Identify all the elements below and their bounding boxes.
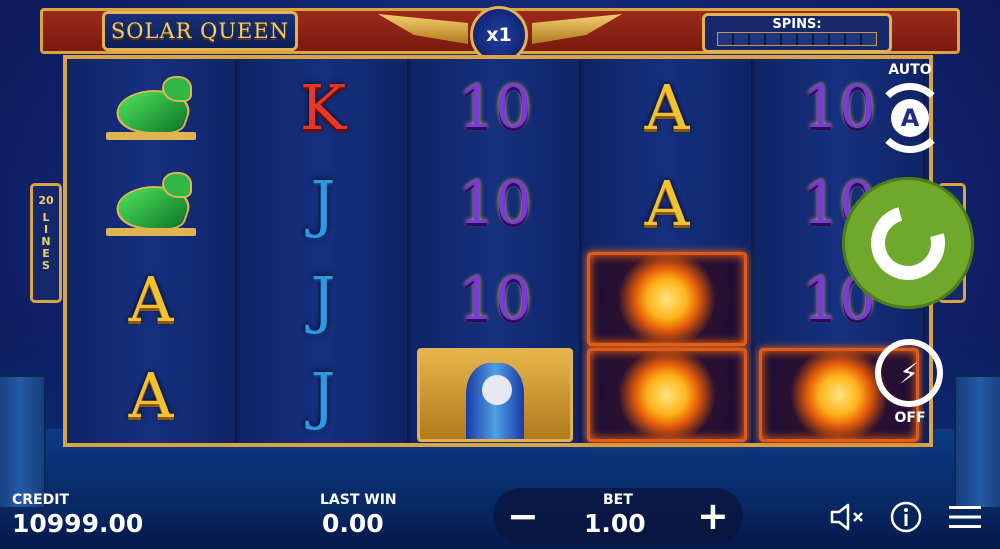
speaker-muted-icon[interactable] bbox=[830, 502, 866, 536]
falcon-symbol bbox=[67, 59, 235, 155]
autoplay-icon: A bbox=[891, 99, 929, 137]
turbo-button[interactable]: ⚡ bbox=[875, 339, 943, 407]
left-pillar bbox=[0, 375, 46, 509]
spins-progress-bar bbox=[717, 32, 877, 46]
spin-icon bbox=[857, 192, 959, 294]
symbol-j: J bbox=[310, 166, 336, 240]
symbol-a: A bbox=[128, 358, 174, 432]
lightning-icon: ⚡ bbox=[899, 356, 919, 390]
reel-4: AA bbox=[583, 59, 753, 443]
reel-1: AA bbox=[67, 59, 237, 443]
symbol-10: 10 bbox=[458, 169, 532, 237]
last-win-value: 0.00 bbox=[322, 509, 384, 538]
reels-area: A A K J J J 10 10 10 A A 10 10 10 bbox=[63, 55, 933, 447]
symbol-a: A bbox=[644, 166, 690, 240]
game-logo: SOLAR QUEEN bbox=[102, 11, 298, 51]
bet-value: 1.00 bbox=[584, 509, 646, 538]
info-icon[interactable] bbox=[889, 500, 923, 538]
bet-decrease-button[interactable]: − bbox=[507, 494, 539, 538]
falcon-icon bbox=[106, 168, 199, 238]
credit-label: CREDIT bbox=[12, 492, 69, 508]
horus-wild-symbol bbox=[417, 348, 573, 442]
symbol-k: K bbox=[299, 70, 347, 144]
symbol-10: 10 bbox=[458, 73, 532, 141]
bet-increase-button[interactable]: + bbox=[697, 494, 729, 538]
symbol-j: J bbox=[310, 358, 336, 432]
spin-button[interactable] bbox=[842, 177, 974, 309]
right-pillar bbox=[954, 375, 1000, 509]
lines-word: LINES bbox=[39, 211, 53, 271]
sun-scatter-symbol bbox=[587, 252, 747, 346]
paylines-badge: 20 LINES bbox=[30, 183, 62, 303]
sun-scatter-symbol bbox=[587, 348, 747, 442]
autoplay-button[interactable]: A bbox=[875, 83, 945, 153]
turbo-state-label: OFF bbox=[894, 410, 926, 426]
bet-label: BET bbox=[603, 492, 633, 508]
spins-label: SPINS: bbox=[772, 17, 822, 32]
falcon-icon bbox=[106, 72, 199, 142]
lines-number: 20 bbox=[38, 194, 54, 207]
symbol-10: 10 bbox=[458, 265, 532, 333]
falcon-symbol bbox=[67, 155, 235, 251]
auto-label: AUTO bbox=[888, 62, 932, 78]
credit-value: 10999.00 bbox=[12, 509, 144, 538]
symbol-a: A bbox=[644, 70, 690, 144]
reel-3: 10 10 10 bbox=[411, 59, 581, 443]
free-spins-counter: SPINS: bbox=[702, 13, 892, 53]
symbol-a: A bbox=[128, 262, 174, 336]
symbol-j: J bbox=[310, 262, 336, 336]
last-win-label: LAST WIN bbox=[320, 492, 397, 508]
hamburger-menu-icon[interactable] bbox=[948, 504, 982, 534]
horus-icon bbox=[460, 359, 530, 439]
reel-2: KJJJ bbox=[239, 59, 409, 443]
